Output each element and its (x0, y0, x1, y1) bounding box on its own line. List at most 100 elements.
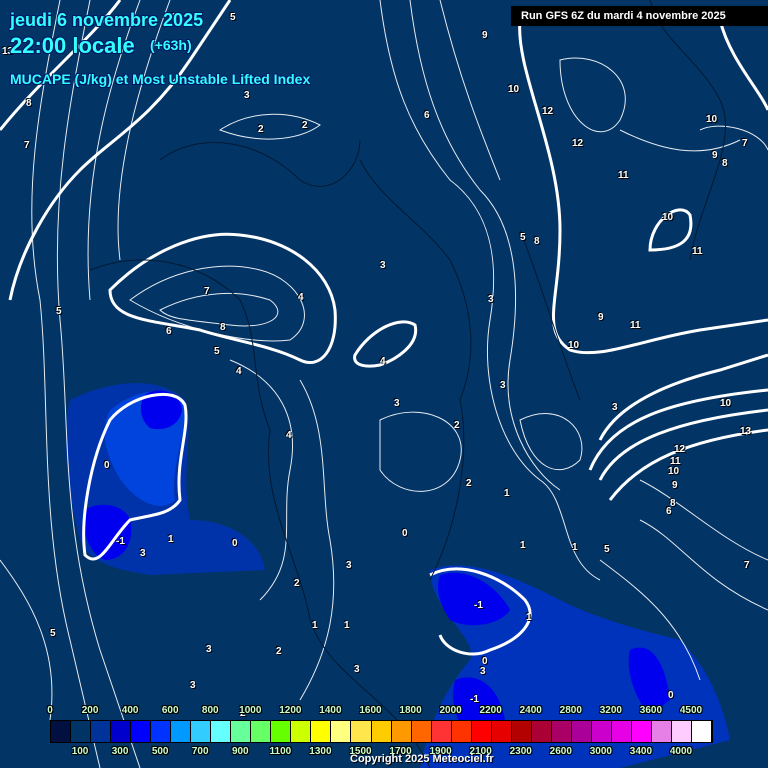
contour-label: 8 (722, 158, 728, 169)
legend-swatch (131, 721, 152, 742)
contour-label: 2 (294, 578, 300, 589)
parameter-title: MUCAPE (J/kg) et Most Unstable Lifted In… (10, 71, 311, 87)
legend-tick-label: 3600 (639, 705, 663, 716)
legend-tick-label: 1300 (309, 746, 332, 757)
legend-tick-label: 1000 (239, 705, 262, 716)
legend-swatch (251, 721, 272, 742)
legend-tick-label: 1100 (269, 746, 292, 757)
legend-swatch (551, 721, 572, 742)
contour-label: 3 (346, 560, 352, 571)
contour-label: 5 (56, 306, 62, 317)
legend-swatch (291, 721, 312, 742)
legend-tick-label: 2000 (439, 705, 462, 716)
color-legend (50, 720, 713, 743)
legend-tick-label: 1400 (319, 705, 342, 716)
contour-label: 3 (190, 680, 196, 691)
contour-label: 9 (672, 480, 678, 491)
contour-label: 5 (520, 232, 526, 243)
contour-label: 1 (168, 534, 174, 545)
contour-label: 6 (424, 110, 430, 121)
contour-label: 2 (466, 478, 472, 489)
contour-label: 5 (50, 628, 56, 639)
copyright: Copyright 2025 Meteociel.fr (350, 753, 494, 765)
contour-label: 2 (276, 646, 282, 657)
legend-swatch (171, 721, 192, 742)
contour-label: 10 (568, 340, 580, 351)
contour-label: 11 (630, 320, 641, 331)
contour-label: -1 (116, 536, 125, 547)
contour-label: 0 (668, 690, 674, 701)
legend-tick-label: 4000 (669, 746, 693, 757)
legend-swatch (411, 721, 432, 742)
contour-label: 3 (612, 402, 618, 413)
contour-label: 11 (692, 246, 703, 257)
contour-label: 0 (232, 538, 238, 549)
legend-tick-label: 700 (191, 746, 209, 757)
legend-swatch (371, 721, 392, 742)
contour-label: 3 (500, 380, 506, 391)
contour-label: 3 (488, 294, 494, 305)
legend-swatch (151, 721, 172, 742)
legend-swatch (651, 721, 672, 742)
contour-label: 5 (230, 12, 236, 23)
contour-label: 12 (674, 444, 686, 455)
contour-label: 7 (24, 140, 30, 151)
contour-label: 9 (712, 150, 718, 161)
contour-label: 3 (394, 398, 400, 409)
legend-tick-label: 2600 (549, 746, 572, 757)
contour-label: 0 (402, 528, 408, 539)
contour-label: 10 (706, 114, 718, 125)
legend-swatch (511, 721, 532, 742)
contour-label: 1 (344, 620, 350, 631)
legend-tick-label: 0 (47, 705, 53, 716)
contour-label: 8 (26, 98, 32, 109)
legend-swatch (571, 721, 592, 742)
contour-label: -1 (470, 694, 479, 705)
contour-label: 9 (482, 30, 488, 41)
legend-swatch (611, 721, 632, 742)
legend-tick-label: 400 (121, 705, 139, 716)
forecast-time: 22:00 locale (10, 33, 135, 58)
contour-label: 10 (720, 398, 732, 409)
contour-label: 10 (662, 212, 674, 223)
legend-swatch (71, 721, 92, 742)
legend-swatch (531, 721, 552, 742)
legend-swatch (271, 721, 292, 742)
contour-label: 7 (742, 138, 748, 149)
legend-tick-label: 300 (111, 746, 129, 757)
legend-swatch (311, 721, 332, 742)
contour-label: 3 (206, 644, 212, 655)
contour-label: 3 (480, 666, 486, 677)
contour-label: 1 (520, 540, 526, 551)
forecast-lead: (+63h) (150, 37, 192, 53)
legend-tick-label: 1800 (399, 705, 422, 716)
contour-label: 10 (668, 466, 680, 477)
legend-swatch (631, 721, 652, 742)
legend-tick-label: 3200 (599, 705, 622, 716)
legend-swatch (351, 721, 372, 742)
contour-label: 10 (508, 84, 520, 95)
legend-tick-label: 900 (231, 746, 249, 757)
contour-label: 0 (104, 460, 110, 471)
legend-swatch (331, 721, 352, 742)
contour-label: 4 (286, 430, 292, 441)
contour-label: 5 (604, 544, 610, 555)
legend-tick-label: 800 (201, 705, 219, 716)
legend-tick-label: 2300 (509, 746, 532, 757)
legend-tick-label: 1200 (279, 705, 302, 716)
legend-swatch (231, 721, 252, 742)
contour-label: 2 (302, 120, 308, 131)
legend-tick-label: 2200 (479, 705, 502, 716)
legend-swatch (91, 721, 112, 742)
contour-label: 3 (140, 548, 146, 559)
contour-label: 1 (572, 542, 578, 553)
legend-swatch (211, 721, 232, 742)
legend-swatch (591, 721, 612, 742)
contour-label: 3 (380, 260, 386, 271)
map-canvas (0, 0, 768, 768)
contour-label: 13 (740, 426, 752, 437)
contour-label: -1 (474, 600, 483, 611)
contour-label: 1 (504, 488, 510, 499)
legend-swatch (451, 721, 472, 742)
legend-tick-label: 100 (71, 746, 89, 757)
